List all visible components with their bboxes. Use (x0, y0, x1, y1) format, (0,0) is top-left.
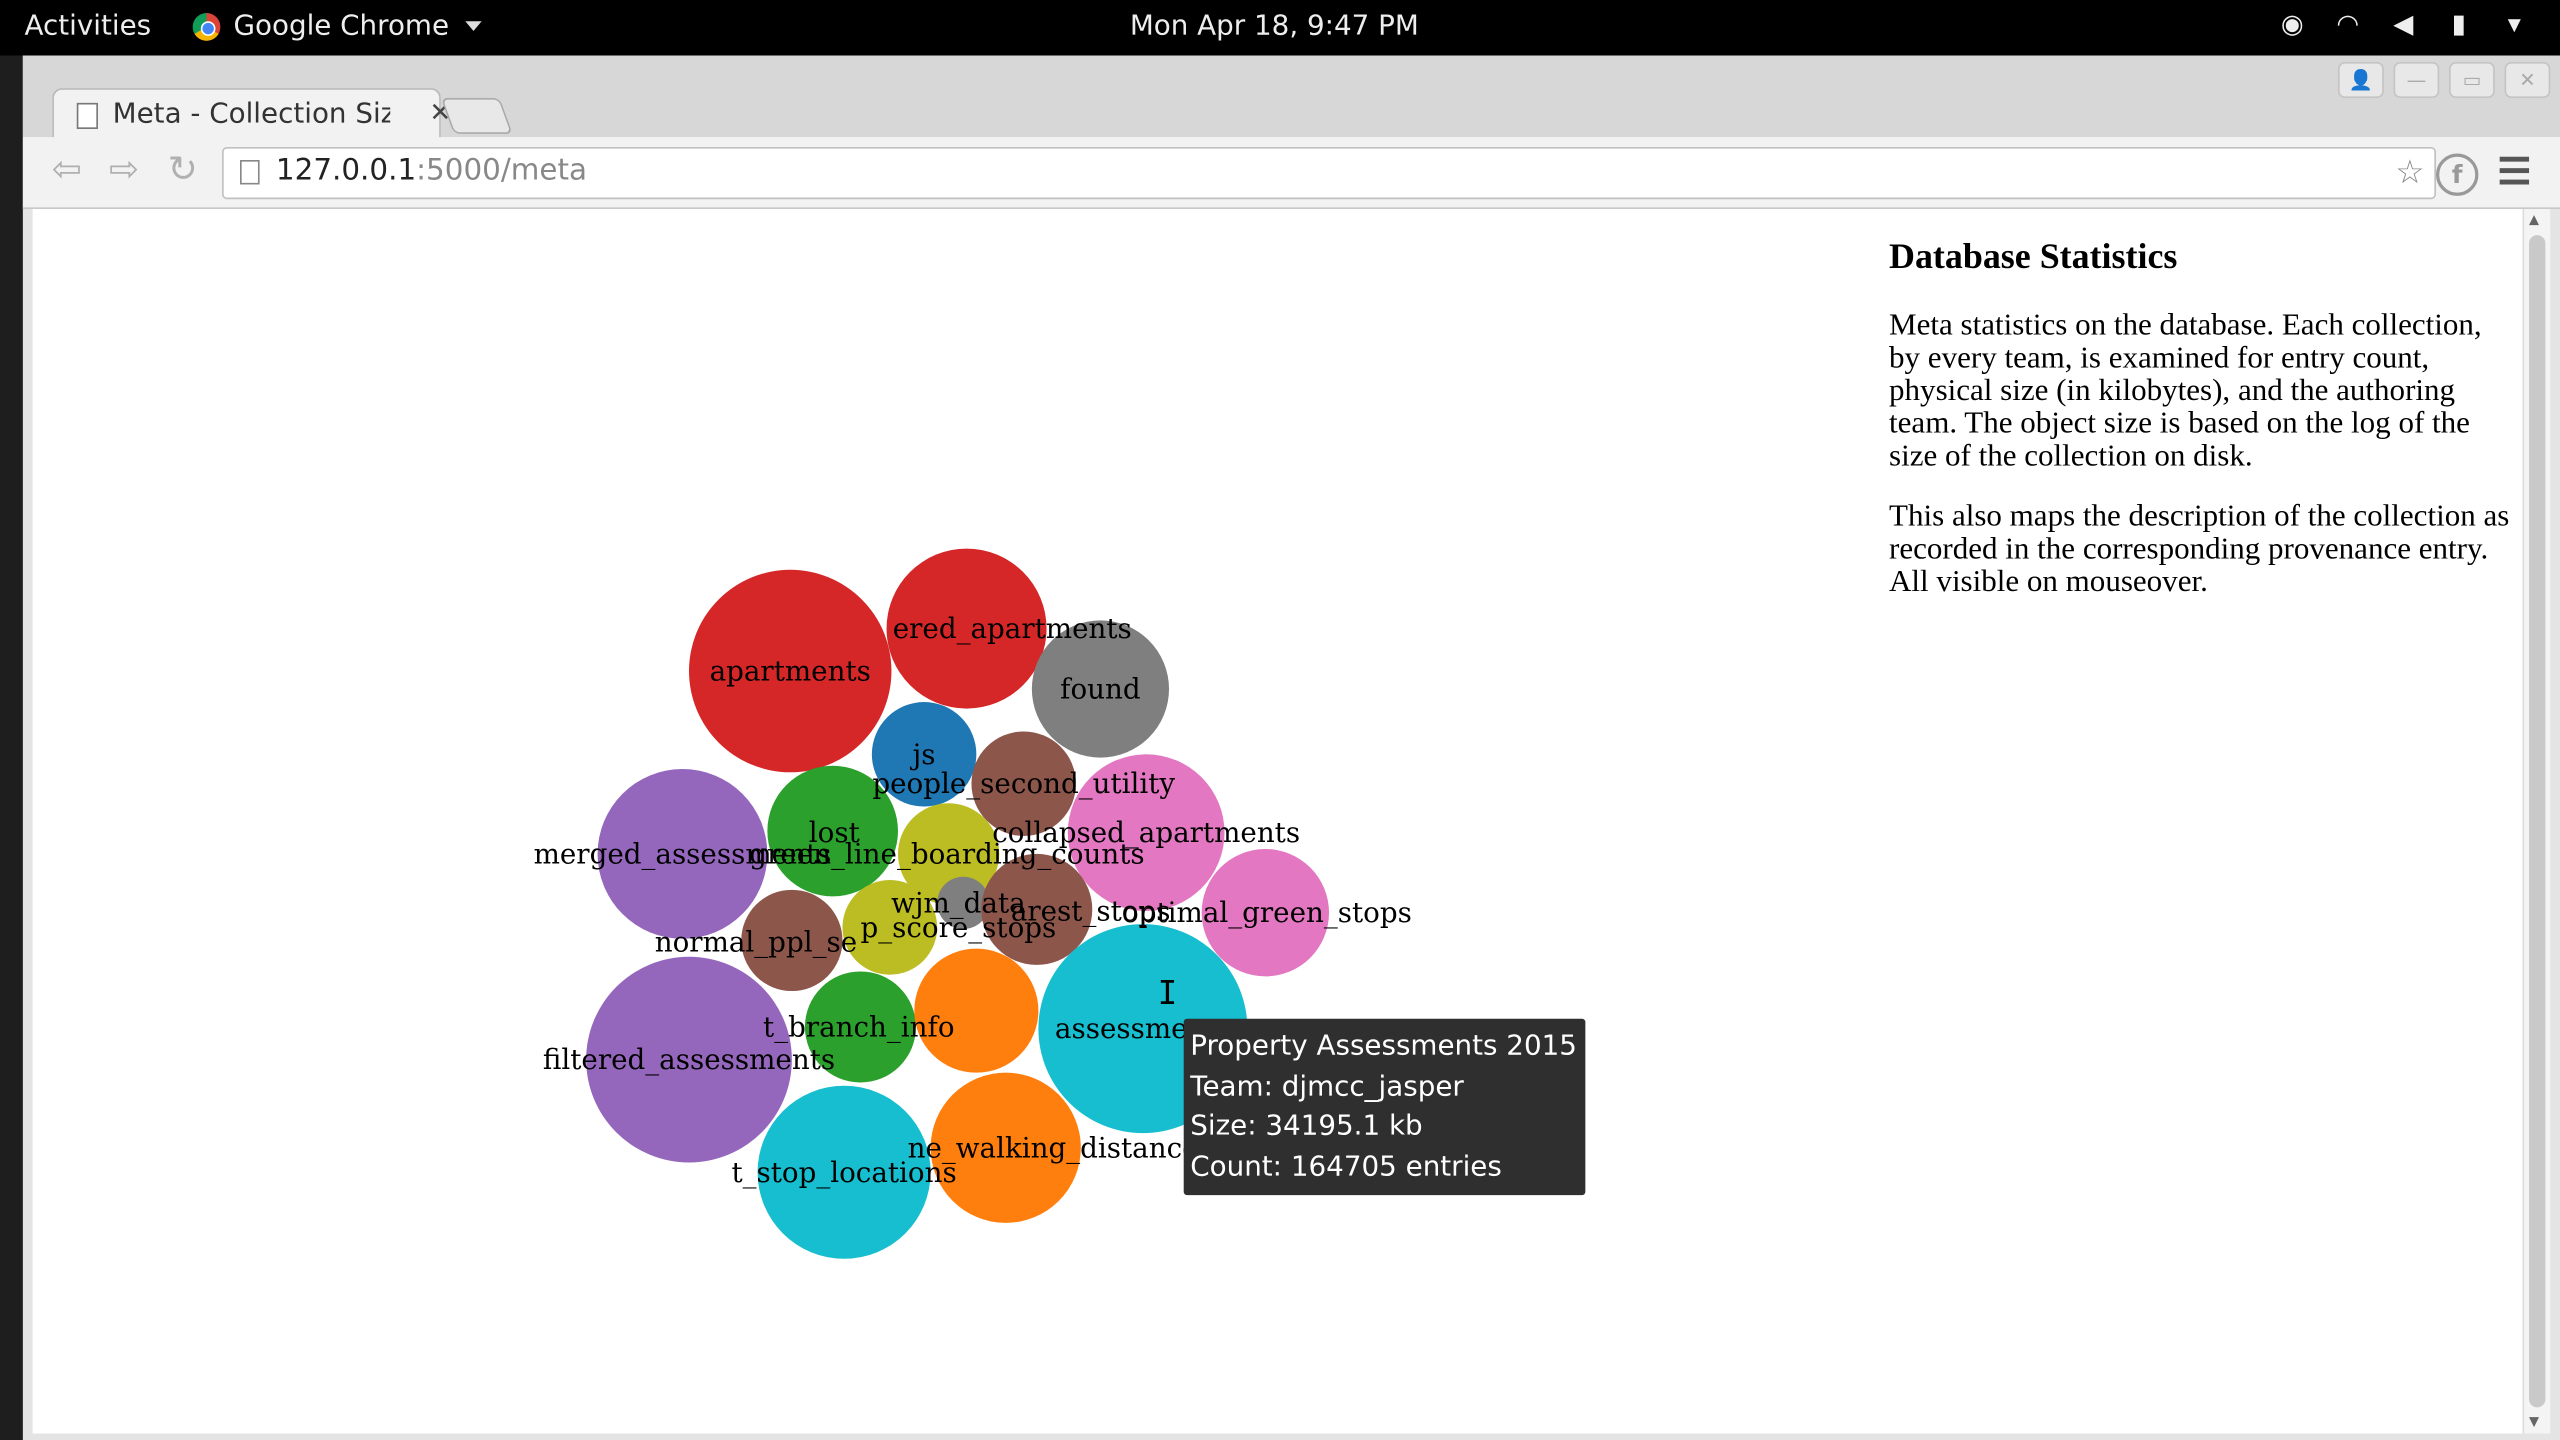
maximize-icon[interactable]: ▭ (2449, 62, 2495, 98)
background-window-edge (0, 55, 23, 1440)
info-panel: Database Statistics Meta statistics on t… (1889, 235, 2509, 627)
bubble-tooltip: Property Assessments 2015 Team: djmcc_ja… (1183, 1018, 1586, 1196)
scroll-down-icon[interactable]: ▼ (2529, 1414, 2539, 1429)
browser-window: Meta - Collection Siz ✕ 👤 — ▭ ✕ ⇦ ⇨ ↻ 12… (22, 55, 2560, 1440)
bookmark-star-icon[interactable]: ☆ (2395, 152, 2424, 191)
chrome-icon (192, 12, 221, 41)
tooltip-count: Count: 164705 entries (1190, 1150, 1502, 1183)
page-info-icon[interactable] (240, 160, 260, 185)
minimize-icon[interactable]: — (2393, 62, 2440, 98)
system-top-bar: Activities Google Chrome Mon Apr 18, 9:4… (0, 0, 2560, 56)
chevron-down-icon (465, 21, 482, 32)
extension-icon[interactable]: f (2435, 153, 2479, 196)
volume-icon[interactable]: ◀ (2387, 8, 2420, 41)
close-window-icon[interactable]: ✕ (2504, 62, 2551, 98)
scroll-up-icon[interactable]: ▲ (2529, 212, 2539, 227)
window-controls: 👤 — ▭ ✕ (2338, 62, 2551, 98)
bubble-label: ered_apartments (893, 612, 1132, 645)
activities-button[interactable]: Activities (24, 10, 151, 43)
bubble-label: t_stop_locations (731, 1156, 956, 1189)
scrollbar-thumb[interactable] (2529, 235, 2546, 1408)
description-paragraph: Meta statistics on the database. Each co… (1889, 308, 2482, 474)
tooltip-team: Team: djmcc_jasper (1190, 1070, 1464, 1103)
tooltip-size: Size: 34195.1 kb (1190, 1110, 1423, 1143)
menu-hamburger-icon[interactable] (2499, 156, 2530, 191)
forward-arrow-icon[interactable]: ⇨ (103, 150, 145, 192)
profile-icon[interactable]: 👤 (2338, 62, 2384, 98)
bubble-chart: apartments ered_apartmentsfound jspeople_s… (534, 548, 1412, 1259)
bubble-label: filtered_assessments (543, 1043, 835, 1076)
new-tab-button[interactable] (440, 97, 513, 134)
page-title: Database Statistics (1889, 235, 2178, 276)
tooltip-description: Property Assessments 2015 (1190, 1030, 1577, 1063)
wifi-icon[interactable]: ◠ (2331, 8, 2364, 41)
location-icon[interactable]: ◉ (2276, 8, 2309, 41)
bubble-label: p_score_stops (860, 911, 1056, 944)
page-content: apartments ered_apartmentsfound js people_s… (32, 208, 2523, 1434)
app-menu[interactable]: Google Chrome (192, 9, 482, 43)
system-menu-chevron-icon[interactable]: ▾ (2498, 8, 2531, 41)
tab-strip: Meta - Collection Siz ✕ 👤 — ▭ ✕ (22, 55, 2560, 141)
bubble-label: t_branch_info (763, 1010, 955, 1043)
reload-icon[interactable]: ↻ (162, 150, 204, 192)
bubble-label: merged_assessments (534, 837, 832, 870)
tab-active[interactable]: Meta - Collection Siz ✕ (52, 88, 451, 141)
clock[interactable]: Mon Apr 18, 9:47 PM (1130, 10, 1419, 43)
text-cursor-icon: I (1157, 973, 1178, 1013)
battery-icon[interactable]: ▮ (2443, 8, 2476, 41)
bubble-label: js (910, 738, 936, 771)
address-bar[interactable]: 127.0.0.1:5000/meta ☆ (222, 146, 2436, 200)
system-tray[interactable]: ◉ ◠ ◀ ▮ ▾ (2276, 8, 2531, 41)
bubble-label: found (1060, 672, 1140, 705)
bubble-label: normal_ppl_se (655, 926, 857, 959)
page-icon (76, 102, 98, 129)
description-paragraph-2: This also maps the description of the co… (1889, 499, 2510, 600)
browser-toolbar: ⇦ ⇨ ↻ 127.0.0.1:5000/meta ☆ f (22, 137, 2560, 209)
bubble-label: apartments (710, 655, 871, 688)
app-name: Google Chrome (233, 9, 450, 43)
back-arrow-icon[interactable]: ⇦ (46, 150, 88, 192)
url-text[interactable]: 127.0.0.1:5000/meta (276, 153, 587, 187)
tab-title: Meta - Collection Siz (112, 97, 391, 131)
vertical-scrollbar[interactable]: ▲ ▼ (2522, 208, 2551, 1434)
bubble-label: people_second_utility (872, 767, 1175, 800)
